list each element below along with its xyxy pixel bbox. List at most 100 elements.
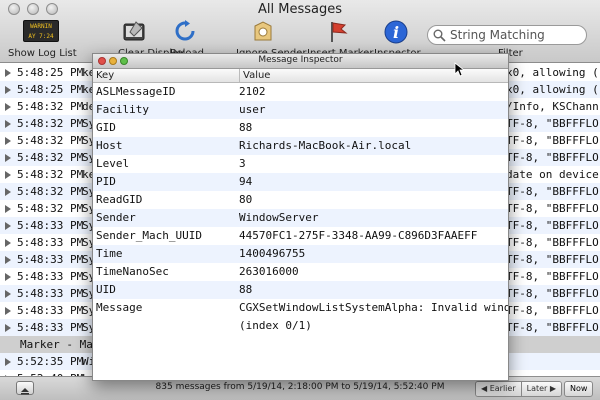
inspector-value: user <box>239 103 266 116</box>
search-icon <box>433 29 446 42</box>
log-message-tail: x0, allowing ( <box>506 66 599 79</box>
now-button[interactable]: Now <box>564 381 594 397</box>
inspector-row[interactable]: GID 88 <box>93 119 508 137</box>
search-input[interactable]: String Matching <box>427 25 587 45</box>
disclosure-triangle-icon[interactable] <box>5 120 11 128</box>
inspector-key: GID <box>96 121 116 134</box>
log-message-tail: TF-8, "BBFFFLO <box>506 270 599 283</box>
window-title: All Messages <box>258 2 342 17</box>
disclosure-triangle-icon[interactable] <box>5 239 11 247</box>
log-time: 5:48:32 PM <box>17 168 84 181</box>
log-time: 5:48:33 PM <box>17 236 84 249</box>
inspector-key: ASLMessageID <box>96 85 176 98</box>
inspector-title: Message Inspector <box>258 55 343 65</box>
later-button[interactable]: Later ▶ <box>520 382 562 396</box>
log-message-tail: TF-8, "BBFFFLO <box>506 134 599 147</box>
disclosure-triangle-icon[interactable] <box>5 69 11 77</box>
disclosure-triangle-icon[interactable] <box>5 273 11 281</box>
log-time: 5:48:33 PM <box>17 253 84 266</box>
svg-text:i: i <box>393 23 399 42</box>
inspector-value: 3 <box>239 157 246 170</box>
flag-icon <box>331 22 348 42</box>
inspector-row[interactable]: TimeNanoSec 263016000 <box>93 263 508 281</box>
disclosure-triangle-icon[interactable] <box>5 307 11 315</box>
inspector-key: ReadGID <box>96 193 143 206</box>
inspector-value: 88 <box>239 121 253 134</box>
inspector-value: WindowServer <box>239 211 319 224</box>
inspector-key: Sender_Mach_UUID <box>96 229 202 242</box>
inspector-row[interactable]: UID 88 <box>93 281 508 299</box>
inspector-key: Host <box>96 139 123 152</box>
inspector-value: 88 <box>239 283 253 296</box>
reload-icon <box>175 20 195 41</box>
log-time: 5:52:35 PM <box>17 355 84 368</box>
ignore-sender-icon <box>254 21 272 41</box>
log-time: 5:48:32 PM <box>17 134 84 147</box>
log-message-tail: TF-8, "BBFFFLO <box>506 321 599 334</box>
inspector-row[interactable]: Time 1400496755 <box>93 245 508 263</box>
log-message-tail: TF-8, "BBFFFLO <box>506 185 599 198</box>
inspector-row[interactable]: ReadGID 80 <box>93 191 508 209</box>
log-message-tail: date on device <box>506 168 599 181</box>
time-navigation: ◀ Earlier Later ▶ <box>475 381 563 397</box>
disclosure-triangle-icon[interactable] <box>5 103 11 111</box>
inspector-titlebar[interactable]: Message Inspector <box>93 54 508 69</box>
log-time: 5:48:33 PM <box>17 270 84 283</box>
disclosure-triangle-icon[interactable] <box>5 137 11 145</box>
show-log-list-label: Show Log List <box>8 48 77 59</box>
inspector-key: PID <box>96 175 116 188</box>
log-message-tail: TF-8, "BBFFFLO <box>506 202 599 215</box>
inspector-row[interactable]: Message CGXSetWindowListSystemAlpha: Inva… <box>93 299 508 335</box>
inspector-value: Richards-MacBook-Air.local <box>239 139 412 152</box>
log-time: 5:48:32 PM <box>17 117 84 130</box>
value-column-header[interactable]: Value <box>239 69 270 82</box>
clear-display-icon <box>123 21 145 41</box>
inspector-value: CGXSetWindowListSystemAlpha: Invalid win… <box>239 301 508 332</box>
earlier-button[interactable]: ◀ Earlier <box>476 382 521 396</box>
inspector-column-headers: Key Value <box>93 69 508 83</box>
log-message-tail: x0, allowing ( <box>506 83 599 96</box>
inspector-key: TimeNanoSec <box>96 265 169 278</box>
inspector-value: 263016000 <box>239 265 299 278</box>
disclosure-triangle-icon[interactable] <box>5 188 11 196</box>
inspector-row[interactable]: Sender WindowServer <box>93 209 508 227</box>
inspector-row[interactable]: Host Richards-MacBook-Air.local <box>93 137 508 155</box>
inspector-key: Sender <box>96 211 136 224</box>
mouse-cursor-icon <box>454 62 464 77</box>
disclosure-triangle-icon[interactable] <box>5 324 11 332</box>
disclosure-triangle-icon[interactable] <box>5 154 11 162</box>
inspector-row[interactable]: Level 3 <box>93 155 508 173</box>
disclosure-triangle-icon[interactable] <box>5 358 11 366</box>
disclosure-triangle-icon[interactable] <box>5 86 11 94</box>
log-time: 5:48:33 PM <box>17 219 84 232</box>
log-time: 5:48:32 PM <box>17 185 84 198</box>
console-window: All Messages WARNIN AY 7:24 Show Log Lis… <box>0 0 600 400</box>
inspector-row[interactable]: ASLMessageID 2102 <box>93 83 508 101</box>
log-message-tail: TF-8, "BBFFFLO <box>506 287 599 300</box>
log-message-tail: TF-8, "BBFFFLO <box>506 117 599 130</box>
log-time: 5:48:32 PM <box>17 151 84 164</box>
disclosure-triangle-icon[interactable] <box>5 205 11 213</box>
inspector-value: 94 <box>239 175 253 188</box>
inspector-key: Facility <box>96 103 149 116</box>
inspector-key: Message <box>96 301 143 314</box>
log-message-tail: TF-8, "BBFFFLO <box>506 151 599 164</box>
message-inspector-panel: Message Inspector Key Value ASLMessageID… <box>92 53 509 381</box>
inspector-value: 44570FC1-275F-3348-AA99-C896D3FAAEFF <box>239 229 478 242</box>
inspector-value: 80 <box>239 193 253 206</box>
inspector-row[interactable]: Sender_Mach_UUID 44570FC1-275F-3348-AA99-… <box>93 227 508 245</box>
search-placeholder: String Matching <box>450 28 545 42</box>
disclosure-triangle-icon[interactable] <box>5 256 11 264</box>
log-message-tail: TF-8, "BBFFFLO <box>506 236 599 249</box>
inspector-row[interactable]: PID 94 <box>93 173 508 191</box>
key-column-header[interactable]: Key <box>96 69 114 82</box>
log-time: 5:48:32 PM <box>17 100 84 113</box>
disclosure-triangle-icon[interactable] <box>5 222 11 230</box>
log-time: 5:48:33 PM <box>17 287 84 300</box>
disclosure-triangle-icon[interactable] <box>5 290 11 298</box>
inspector-row[interactable]: Facility user <box>93 101 508 119</box>
log-time: 5:48:33 PM <box>17 321 84 334</box>
disclosure-triangle-icon[interactable] <box>5 171 11 179</box>
log-message-tail: TF-8, "BBFFFLO <box>506 219 599 232</box>
marker-text: Marker - May <box>20 338 100 351</box>
